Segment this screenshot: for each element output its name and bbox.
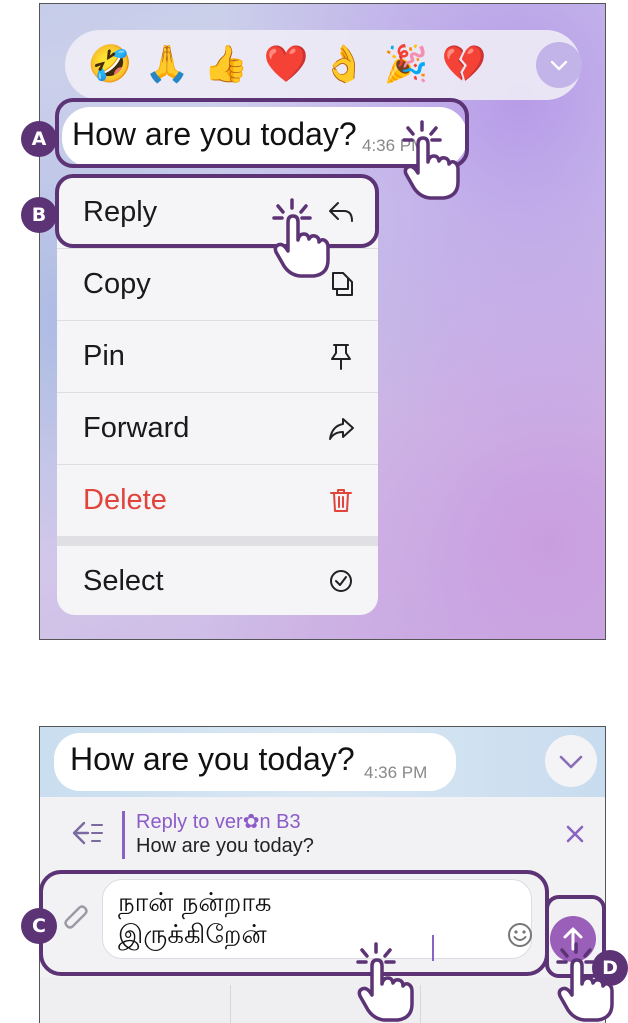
copy-icon bbox=[332, 272, 353, 296]
scroll-down-button[interactable] bbox=[545, 735, 597, 787]
annotation-badge-c: C bbox=[21, 908, 57, 944]
reaction-ok-hand[interactable]: 👌 bbox=[319, 41, 369, 89]
chevron-down-icon bbox=[550, 60, 568, 71]
annotation-outline-c bbox=[39, 870, 549, 976]
message-text: How are you today? bbox=[70, 741, 355, 777]
tap-hand-icon bbox=[556, 942, 614, 1022]
more-reactions-button[interactable] bbox=[536, 42, 582, 88]
close-icon[interactable] bbox=[563, 822, 587, 846]
tap-hand-icon bbox=[402, 120, 460, 200]
reply-divider bbox=[122, 811, 125, 859]
keyboard-divider bbox=[420, 985, 421, 1023]
chevron-down-icon bbox=[559, 755, 583, 769]
reply-quote: How are you today? bbox=[136, 835, 314, 857]
forward-icon bbox=[329, 418, 354, 440]
menu-item-forward[interactable]: Forward bbox=[57, 393, 378, 464]
menu-item-label: Select bbox=[83, 565, 164, 597]
menu-item-label: Delete bbox=[83, 484, 167, 516]
annotation-badge-a: A bbox=[21, 121, 57, 157]
pin-icon bbox=[331, 344, 351, 370]
menu-item-label: Copy bbox=[83, 268, 151, 300]
menu-item-select[interactable]: Select bbox=[57, 546, 378, 615]
reaction-thumbs-up[interactable]: 👍 bbox=[201, 41, 251, 89]
reaction-party-popper[interactable]: 🎉 bbox=[381, 41, 431, 89]
menu-item-label: Forward bbox=[83, 412, 190, 444]
annotation-badge-b: B bbox=[21, 197, 57, 233]
reply-options-icon[interactable] bbox=[70, 815, 108, 853]
annotation-outline-b bbox=[55, 174, 379, 248]
reaction-rofl[interactable]: 🤣 bbox=[85, 41, 135, 89]
check-circle-icon bbox=[330, 570, 352, 592]
reaction-pray[interactable]: 🙏 bbox=[142, 41, 192, 89]
trash-icon bbox=[330, 489, 352, 512]
menu-item-label: Pin bbox=[83, 340, 125, 372]
menu-group-gap bbox=[57, 536, 378, 546]
tap-hand-icon bbox=[272, 198, 330, 278]
reply-title: Reply to ver✿n B3 bbox=[136, 811, 301, 833]
menu-item-pin[interactable]: Pin bbox=[57, 321, 378, 392]
keyboard-divider bbox=[230, 985, 231, 1023]
keyboard-strip bbox=[40, 977, 605, 1023]
reaction-heart[interactable]: ❤️ bbox=[261, 41, 311, 89]
message-time: 4:36 PM bbox=[364, 763, 428, 782]
reaction-bar: 🤣 🙏 👍 ❤️ 👌 🎉 💔 bbox=[65, 30, 582, 100]
reaction-broken-heart[interactable]: 💔 bbox=[439, 41, 489, 89]
tap-hand-icon bbox=[356, 942, 414, 1022]
menu-item-delete[interactable]: Delete bbox=[57, 465, 378, 536]
